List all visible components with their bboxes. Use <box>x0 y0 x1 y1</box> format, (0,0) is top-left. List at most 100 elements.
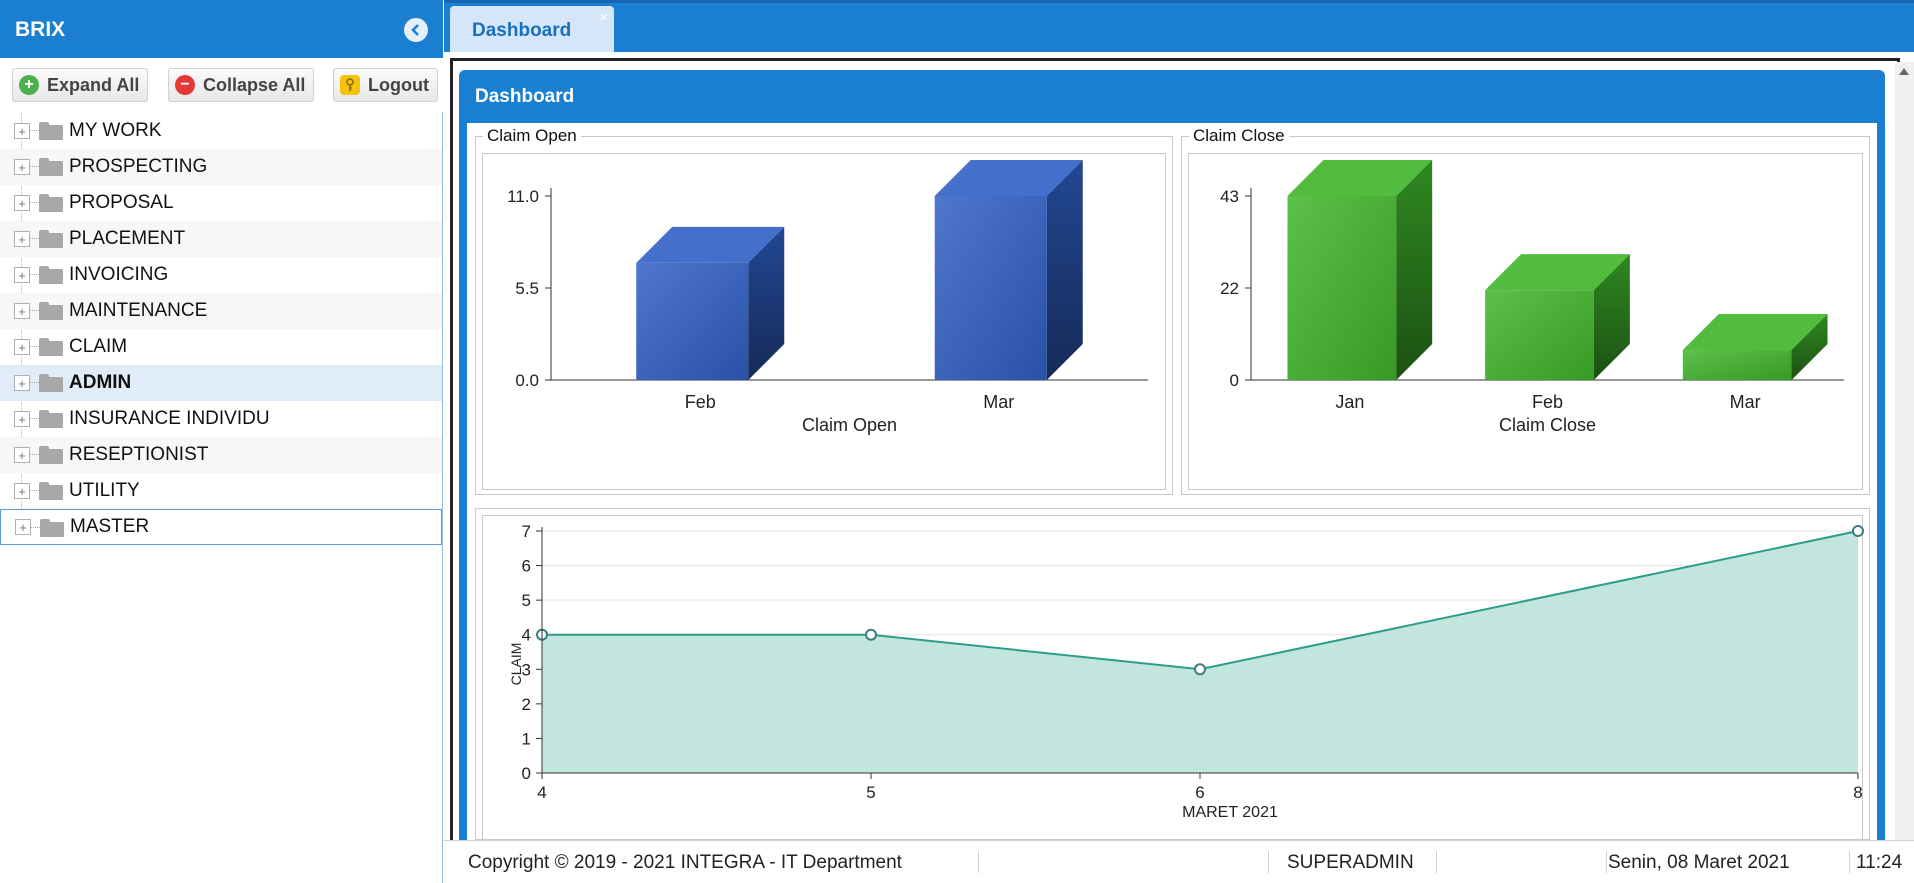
sidebar-item-master[interactable]: + MASTER <box>0 509 442 545</box>
status-bar: Copyright © 2019 - 2021 INTEGRA - IT Dep… <box>444 840 1914 883</box>
status-separator <box>978 851 979 873</box>
bar-side <box>1396 160 1433 380</box>
sidebar-item-label: PROSPECTING <box>69 156 208 177</box>
sidebar-item-admin[interactable]: + ADMIN <box>0 365 442 401</box>
y-tick-label: 0 <box>522 764 531 783</box>
y-tick-label: 22 <box>1220 279 1239 298</box>
folder-icon <box>39 230 63 248</box>
folder-icon <box>39 482 63 500</box>
x-axis-title: MARET 2021 <box>1182 804 1278 821</box>
panel-body: Claim Open 0.0 5.5 11.0 Feb Mar Claim Open Cl… <box>467 123 1877 840</box>
tree-connector <box>30 166 39 167</box>
key-icon <box>340 75 360 95</box>
y-tick-label: 0.0 <box>515 371 539 390</box>
claim-open-chart-box: 0.0 5.5 11.0 Feb Mar Claim Open <box>482 153 1166 490</box>
tree-connector <box>30 238 39 239</box>
folder-icon <box>39 338 63 356</box>
sidebar-item-label: INSURANCE INDIVIDU <box>69 408 270 429</box>
folder-icon <box>40 519 64 537</box>
expand-icon[interactable]: + <box>14 231 30 247</box>
expand-icon[interactable]: + <box>14 339 30 355</box>
status-separator <box>1849 851 1850 873</box>
expand-icon[interactable]: + <box>14 447 30 463</box>
expand-icon[interactable]: + <box>14 267 30 283</box>
tab-bar: Dashboard × <box>444 0 1914 52</box>
tab-dashboard[interactable]: Dashboard × <box>450 6 614 52</box>
close-tab-icon[interactable]: × <box>599 9 608 26</box>
sidebar-item-prospecting[interactable]: + PROSPECTING <box>0 149 442 185</box>
expand-all-button[interactable]: + Expand All <box>12 68 149 102</box>
sidebar-item-invoicing[interactable]: + INVOICING <box>0 257 442 293</box>
expand-icon[interactable]: + <box>14 123 30 139</box>
claim-close-legend: Claim Close <box>1193 126 1285 145</box>
claim-open-chart: 0.0 5.5 11.0 Feb Mar Claim Open <box>507 160 1148 435</box>
bar-front <box>1485 290 1594 380</box>
expand-icon[interactable]: + <box>14 159 30 175</box>
tree-connector <box>30 346 39 347</box>
x-tick-label: 8 <box>1853 783 1862 802</box>
sidebar-item-label: ADMIN <box>69 372 132 393</box>
tab-dashboard-label: Dashboard <box>472 20 572 41</box>
sidebar-item-label: RESEPTIONIST <box>69 444 209 465</box>
folder-icon <box>39 194 63 212</box>
claim-open-legend: Claim Open <box>487 126 577 145</box>
status-user: SUPERADMIN <box>1287 852 1414 873</box>
x-tick-label: Feb <box>1532 392 1563 412</box>
y-tick-label: 5 <box>522 591 531 610</box>
navigation-tree: + MY WORK + PROSPECTING + PROPOSAL + PLACEMENT +… <box>0 113 442 545</box>
copyright-text: Copyright © 2019 - 2021 INTEGRA - IT Dep… <box>468 852 902 873</box>
x-axis-title: Claim Close <box>1499 415 1596 435</box>
sidebar-item-claim[interactable]: + CLAIM <box>0 329 442 365</box>
logout-button[interactable]: Logout <box>333 68 438 102</box>
y-axis-title: CLAIM <box>508 643 524 686</box>
y-tick-label: 11.0 <box>507 187 539 206</box>
bar-front <box>1287 196 1397 380</box>
sidebar-item-maintenance[interactable]: + MAINTENANCE <box>0 293 442 329</box>
expand-all-label: Expand All <box>47 74 140 95</box>
minus-icon: − <box>175 75 195 95</box>
folder-icon <box>39 266 63 284</box>
expand-icon[interactable]: + <box>15 519 31 535</box>
tree-connector <box>30 274 39 275</box>
folder-icon <box>39 122 63 140</box>
chevron-left-icon <box>411 24 419 36</box>
scroll-up-icon[interactable] <box>1899 68 1909 75</box>
expand-icon[interactable]: + <box>14 411 30 427</box>
tree-connector <box>30 202 39 203</box>
expand-icon[interactable]: + <box>14 303 30 319</box>
claim-trend-chart-box: 0 1 2 3 4 5 6 7 4 5 6 8 MARET 2021 CLAIM <box>482 515 1864 840</box>
expand-icon[interactable]: + <box>14 195 30 211</box>
sidebar-item-proposal[interactable]: + PROPOSAL <box>0 185 442 221</box>
tree-connector <box>30 382 39 383</box>
app-title: BRIX <box>15 18 66 41</box>
sidebar-item-utility[interactable]: + UTILITY <box>0 473 442 509</box>
y-tick-label: 1 <box>522 729 531 748</box>
sidebar-item-my-work[interactable]: + MY WORK <box>0 113 442 149</box>
tree-connector <box>30 310 39 311</box>
expand-icon[interactable]: + <box>14 375 30 391</box>
vertical-scrollbar[interactable] <box>1895 62 1914 840</box>
sidebar-item-label: UTILITY <box>69 480 140 501</box>
sidebar-item-label: PLACEMENT <box>69 228 186 249</box>
x-tick-label: 4 <box>537 783 546 802</box>
collapse-all-button[interactable]: − Collapse All <box>168 68 315 102</box>
folder-icon <box>39 302 63 320</box>
sidebar-item-insurance-individu[interactable]: + INSURANCE INDIVIDU <box>0 401 442 437</box>
x-tick-label: Feb <box>685 392 716 412</box>
folder-icon <box>39 410 63 428</box>
bar-front <box>636 262 749 380</box>
sidebar-item-placement[interactable]: + PLACEMENT <box>0 221 442 257</box>
collapse-sidebar-button[interactable] <box>404 18 428 42</box>
dashboard-panel: Dashboard Claim Open 0.0 5.5 11.0 Feb Mar Cla… <box>459 70 1885 840</box>
status-separator <box>1268 851 1269 873</box>
app-window: BRIX + Expand All − Collapse All Logout <box>0 0 1914 883</box>
tree-connector <box>31 527 40 528</box>
folder-icon <box>39 446 63 464</box>
folder-icon <box>39 374 63 392</box>
x-tick-label: 6 <box>1195 783 1204 802</box>
expand-icon[interactable]: + <box>14 483 30 499</box>
data-point <box>1194 663 1206 676</box>
sidebar-item-reseptionist[interactable]: + RESEPTIONIST <box>0 437 442 473</box>
y-tick-label: 5.5 <box>515 279 539 298</box>
collapse-all-label: Collapse All <box>203 74 306 95</box>
